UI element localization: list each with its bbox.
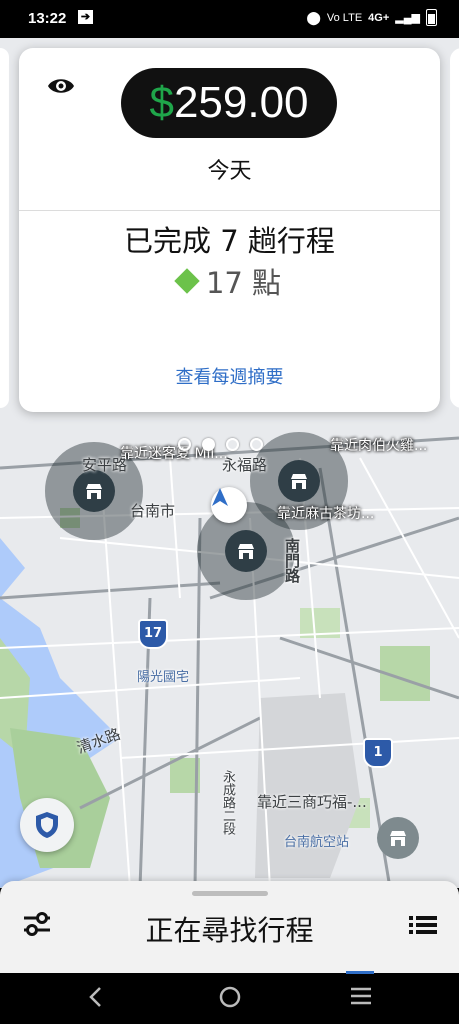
- eye-icon: [48, 79, 74, 93]
- earnings-amount: 259.00: [173, 78, 309, 127]
- place-label: 台南航空站: [284, 835, 350, 850]
- place-label: 陽光國宅: [137, 670, 190, 685]
- screen-cast-icon: ➔: [78, 10, 93, 24]
- hide-earnings-button[interactable]: [47, 76, 75, 100]
- navigation-arrow-icon: [212, 488, 228, 506]
- status-bar: 13:22 ➔ ⬤ Vo LTE 4G+ ▂▄▆: [0, 0, 459, 38]
- back-icon: [89, 987, 101, 1007]
- currency-symbol: $: [149, 78, 174, 127]
- safety-toolkit-button[interactable]: [20, 798, 74, 852]
- route-shield: 1: [363, 738, 393, 768]
- signal-icon: ▂▄▆: [395, 12, 420, 24]
- store-pin[interactable]: [278, 460, 320, 502]
- road-label: 永福路: [222, 456, 268, 474]
- card-pager: [178, 438, 263, 451]
- route-shield: 17: [138, 619, 168, 649]
- store-pin[interactable]: [225, 530, 267, 572]
- status-time: 13:22: [28, 10, 67, 27]
- back-button[interactable]: [88, 986, 104, 1012]
- list-icon: [409, 916, 437, 934]
- store-label[interactable]: 靠近三商巧福-...: [257, 791, 367, 812]
- earnings-amount-pill[interactable]: $259.00: [121, 68, 337, 138]
- current-location-arrow: [211, 487, 247, 523]
- store-icon: [238, 544, 254, 559]
- next-card-peek[interactable]: [450, 48, 459, 408]
- store-label[interactable]: 靠近麻古茶坊...: [277, 503, 374, 523]
- store-label[interactable]: 靠近肉伯火雞...: [330, 435, 427, 455]
- home-button[interactable]: [219, 986, 241, 1012]
- pager-dot-active[interactable]: [202, 438, 215, 451]
- bottom-sheet[interactable]: 正在尋找行程: [0, 881, 459, 973]
- earnings-card[interactable]: $259.00 今天 已完成 7 趟行程 17 點 查看每週摘要: [19, 48, 440, 412]
- home-circle-icon: [219, 986, 241, 1008]
- store-pin[interactable]: [73, 470, 115, 512]
- menu-list-button[interactable]: [409, 915, 437, 939]
- city-label: 台南市: [130, 502, 176, 520]
- network-label: 4G+: [368, 11, 390, 24]
- battery-icon: [426, 9, 437, 26]
- menu-lines-icon: [351, 987, 371, 1005]
- store-icon: [390, 831, 406, 846]
- points-row: 17 點: [19, 260, 440, 302]
- road-label: 南門路: [283, 538, 301, 583]
- points-value: 17 點: [205, 266, 282, 300]
- driver-status: 正在尋找行程: [145, 914, 314, 947]
- pager-dot[interactable]: [226, 438, 239, 451]
- store-icon: [86, 484, 102, 499]
- store-icon: [291, 474, 307, 489]
- road-label: 永成路二段: [220, 770, 235, 835]
- weekly-summary-link[interactable]: 查看每週摘要: [19, 363, 440, 389]
- volte-label: Vo LTE: [326, 11, 363, 24]
- trips-summary: 已完成 7 趟行程: [124, 224, 335, 258]
- card-divider: [19, 210, 440, 211]
- shield-icon: [36, 812, 58, 838]
- system-nav-bar: [0, 974, 459, 1024]
- diamond-icon: [174, 268, 200, 294]
- pager-dot[interactable]: [250, 438, 263, 451]
- location-icon: ⬤: [306, 9, 321, 25]
- road-label: 安平路: [82, 456, 128, 474]
- store-pin[interactable]: [377, 817, 419, 859]
- previous-card-peek[interactable]: [0, 48, 9, 408]
- earnings-period: 今天: [207, 159, 252, 184]
- sheet-handle[interactable]: [192, 891, 268, 896]
- recents-button[interactable]: [350, 986, 372, 1010]
- status-icons: ⬤ Vo LTE 4G+ ▂▄▆: [306, 9, 437, 26]
- pager-dot[interactable]: [178, 438, 191, 451]
